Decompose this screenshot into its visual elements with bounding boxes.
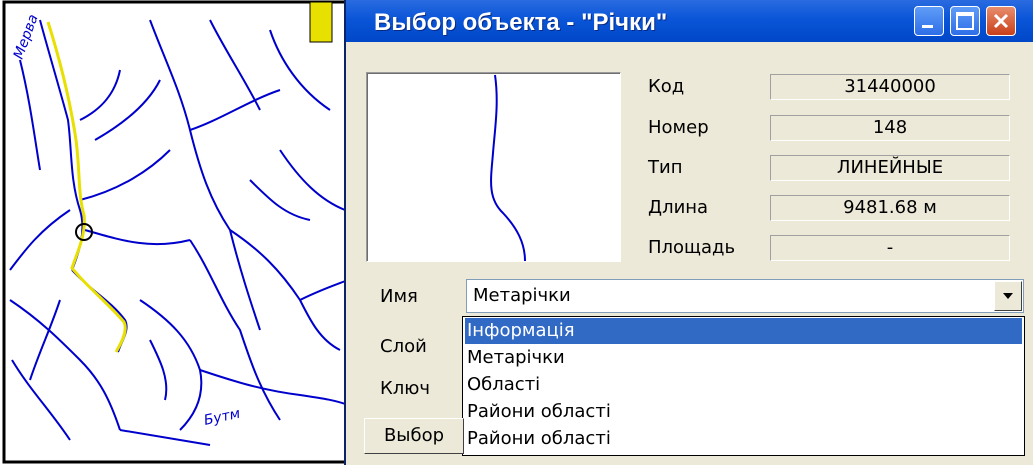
layer-label: Слой [380,336,427,357]
close-icon [993,13,1009,29]
map-label-butm: Бутм [203,406,243,429]
length-label: Длина [648,197,709,218]
preview-river-shape [490,74,526,262]
object-selection-dialog: Выбор объекта - "Річки" Код 31440000 Ном… [344,0,1033,465]
object-preview [366,72,621,262]
dropdown-option-rayony-2[interactable]: Райони області [465,426,1022,452]
name-combobox[interactable]: Метарічки [466,279,1024,313]
area-field: - [770,235,1010,261]
code-label: Код [648,76,685,97]
map-canvas[interactable]: Мерва Бутм [0,0,352,465]
minimize-button[interactable] [914,6,944,36]
river-network [9,19,349,446]
dropdown-toggle-button[interactable] [994,281,1022,311]
map-frame [2,0,350,464]
area-label: Площадь [648,237,736,258]
map-region-fill [309,1,333,43]
dropdown-option-oblasti[interactable]: Області [465,372,1022,398]
minimize-icon [922,25,933,28]
type-field: ЛИНЕЙНЫЕ [770,155,1010,181]
maximize-button[interactable] [950,6,980,36]
select-button[interactable]: Выбор [364,418,464,454]
dropdown-option-rayony-1[interactable]: Райони області [465,399,1022,425]
chevron-down-icon [1003,293,1013,299]
dialog-title: Выбор объекта - "Річки" [374,9,668,36]
name-label: Имя [380,286,418,307]
close-button[interactable] [986,6,1016,36]
number-label: Номер [648,117,709,138]
maximize-icon [956,12,974,30]
name-combobox-value: Метарічки [473,285,571,306]
key-label: Ключ [380,378,431,399]
map-label-merva: Мерва [11,12,42,61]
dropdown-option-info[interactable]: Інформація [465,318,1022,344]
name-dropdown-list[interactable]: Інформація Метарічки Області Райони обла… [462,316,1025,456]
dropdown-option-metarichky[interactable]: Метарічки [465,345,1022,371]
length-field: 9481.68 м [770,195,1010,221]
dialog-titlebar[interactable]: Выбор объекта - "Річки" [346,0,1033,42]
map-view[interactable]: Мерва Бутм [0,0,352,465]
code-field: 31440000 [770,74,1010,100]
number-field: 148 [770,115,1010,141]
type-label: Тип [648,157,683,178]
